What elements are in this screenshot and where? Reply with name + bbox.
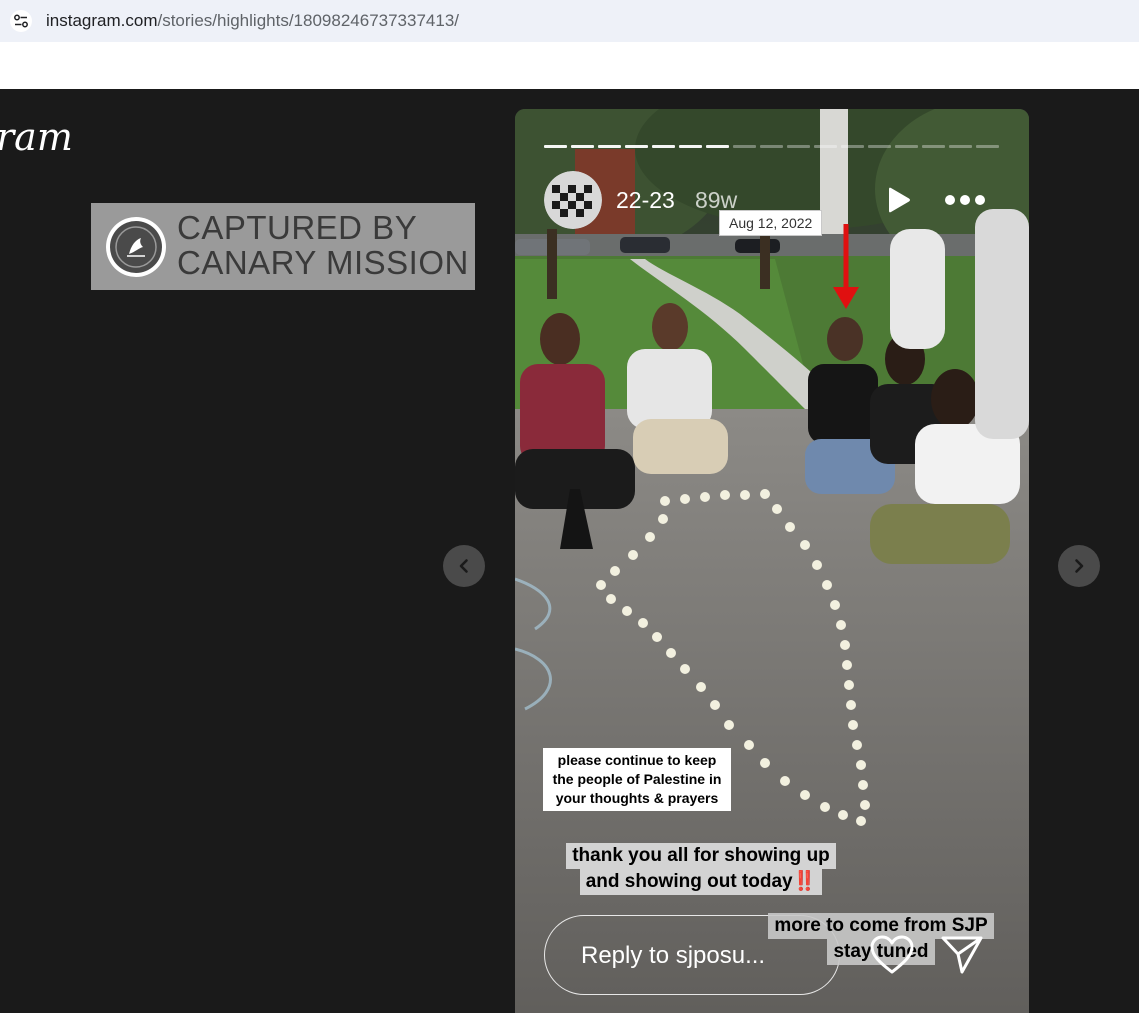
story-progress-bar: [544, 145, 999, 148]
site-info-icon[interactable]: [10, 10, 32, 32]
caption-line: thank you all for showing up: [566, 843, 836, 869]
browser-toolbar-strip: [0, 42, 1139, 89]
watermark-text: CAPTURED BY CANARY MISSION: [177, 210, 469, 280]
previous-story-button[interactable]: [443, 545, 485, 587]
double-exclamation-emoji: ‼️: [792, 871, 817, 892]
chevron-left-icon: [459, 559, 468, 573]
progress-segment: [706, 145, 729, 148]
highlight-title[interactable]: 22-23: [616, 187, 675, 214]
story-frame[interactable]: 22-23 89w Aug 12, 2022 please continue t…: [515, 109, 1029, 1013]
progress-segment: [895, 145, 918, 148]
progress-segment: [787, 145, 810, 148]
caption-line: the people of Palestine in: [552, 771, 722, 787]
url-text[interactable]: instagram.com/stories/highlights/1809824…: [46, 11, 459, 31]
watermark-line2: CANARY MISSION: [177, 244, 469, 281]
progress-segment: [976, 145, 999, 148]
instagram-logo[interactable]: ram: [0, 115, 73, 159]
play-icon[interactable]: [883, 185, 913, 215]
watermark-line1: CAPTURED BY: [177, 209, 418, 246]
highlight-avatar[interactable]: [544, 171, 602, 229]
progress-segment: [760, 145, 783, 148]
date-tooltip: Aug 12, 2022: [719, 210, 823, 236]
url-host: instagram.com: [46, 11, 158, 30]
caption-line: please continue to keep: [557, 752, 717, 768]
more-options-icon[interactable]: [943, 191, 987, 209]
progress-segment: [679, 145, 702, 148]
caption-line: your thoughts & prayers: [555, 790, 719, 806]
progress-segment: [544, 145, 567, 148]
canary-mission-watermark: CAPTURED BY CANARY MISSION: [91, 203, 475, 290]
caption-line: and showing out today‼️: [579, 869, 823, 895]
story-viewer-page: ram CAPTURED BY CANARY MISSION 22-23 89w…: [0, 89, 1139, 1013]
chevron-right-icon: [1075, 559, 1084, 573]
caption-prayers: please continue to keep the people of Pa…: [543, 748, 731, 811]
caption-text: and showing out today: [585, 871, 793, 892]
progress-segment: [598, 145, 621, 148]
progress-segment: [841, 145, 864, 148]
progress-segment: [625, 145, 648, 148]
progress-segment: [868, 145, 891, 148]
progress-segment: [949, 145, 972, 148]
heart-icon[interactable]: [869, 934, 915, 976]
progress-segment: [652, 145, 675, 148]
next-story-button[interactable]: [1058, 545, 1100, 587]
canary-seal-icon: [106, 217, 166, 277]
progress-segment: [922, 145, 945, 148]
url-path: /stories/highlights/18098246737337413/: [157, 11, 460, 30]
reply-placeholder: Reply to sjposu...: [581, 942, 766, 969]
progress-segment: [571, 145, 594, 148]
progress-segment: [733, 145, 756, 148]
browser-url-bar[interactable]: instagram.com/stories/highlights/1809824…: [0, 0, 1139, 42]
caption-thank-you: thank you all for showing up and showing…: [562, 843, 840, 895]
progress-segment: [814, 145, 837, 148]
send-icon[interactable]: [940, 934, 984, 976]
